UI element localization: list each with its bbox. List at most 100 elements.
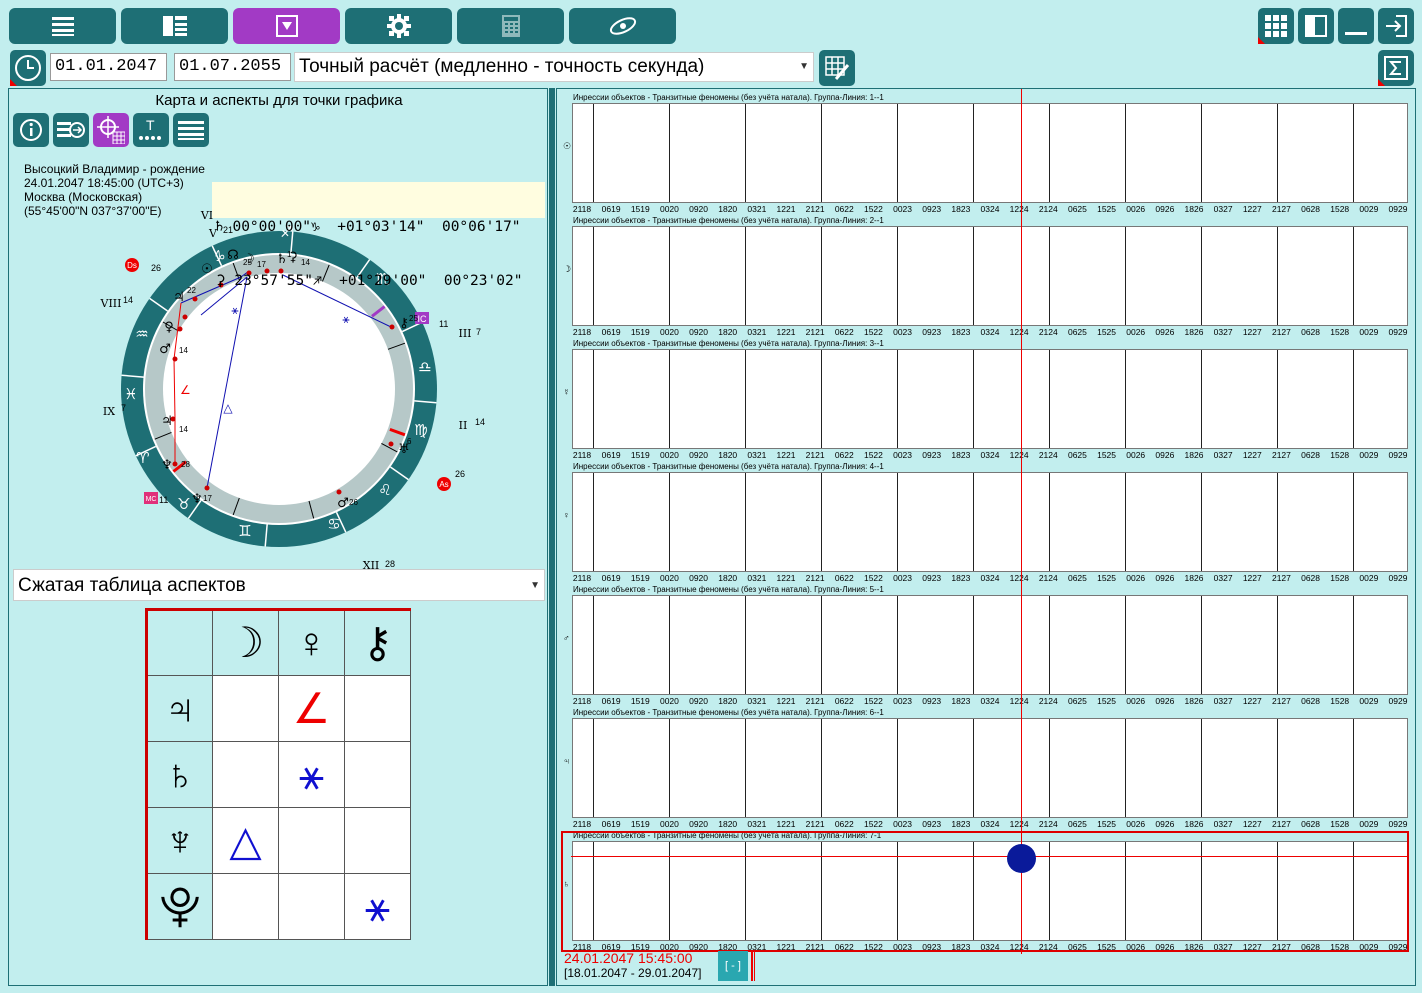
house-degree-12: 28: [385, 559, 395, 569]
filter-button[interactable]: [233, 8, 340, 44]
strip-planet-symbol: ♂: [563, 633, 570, 643]
settings-button[interactable]: [345, 8, 452, 44]
strip-plot-area[interactable]: [572, 472, 1408, 572]
strip-tick-label: 1224: [1009, 204, 1029, 214]
strip-tick-label: 0628: [1301, 327, 1321, 337]
event-marker[interactable]: [1007, 844, 1036, 873]
ingress-strip[interactable]: Инрессии объектов - Транзитные феномены …: [563, 216, 1409, 337]
grid-view-button[interactable]: [1258, 8, 1294, 44]
strip-tick-label: 0324: [980, 450, 1000, 460]
strip-grid-line: [973, 350, 974, 448]
list-button[interactable]: [173, 113, 209, 147]
svg-text:♉: ♉: [177, 495, 190, 513]
strip-grid-line: [745, 227, 746, 325]
ds-degree: 26: [151, 263, 161, 273]
strip-tick-label: 1823: [951, 573, 971, 583]
strip-tick-row: 2118 0619 1519 0020 0920 1820 0321 1221 2121 0622…: [572, 204, 1408, 214]
strip-tick-label: 2118: [572, 696, 592, 706]
collapse-button[interactable]: [ - ]: [718, 951, 748, 981]
aspect-cell[interactable]: ⚹: [278, 741, 345, 808]
aspect-cell[interactable]: [344, 741, 411, 808]
aspect-cell[interactable]: △: [212, 807, 279, 874]
strip-tick-label: 1826: [1184, 204, 1204, 214]
strip-tick-label: 0923: [922, 204, 942, 214]
aspect-table-select-value: Сжатая таблица аспектов: [18, 575, 246, 596]
strip-grid-line: [973, 473, 974, 571]
strip-tick-label: 2124: [1038, 573, 1058, 583]
strip-tick-label: 1221: [776, 204, 796, 214]
strip-tick-label: 0321: [747, 819, 767, 829]
strip-caption: Инрессии объектов - Транзитные феномены …: [573, 831, 882, 840]
apply-button[interactable]: [819, 50, 855, 86]
logo-button[interactable]: [569, 8, 676, 44]
strip-caption: Инрессии объектов - Транзитные феномены …: [573, 339, 884, 348]
strip-plot-area[interactable]: [572, 226, 1408, 326]
strip-tick-label: 0622: [834, 573, 854, 583]
strip-plot-area[interactable]: [572, 718, 1408, 818]
time-cursor-line[interactable]: [1021, 89, 1022, 954]
start-date-field[interactable]: 01.01.2047: [50, 53, 167, 81]
ingress-strip[interactable]: Инрессии объектов - Транзитные феномены …: [563, 708, 1409, 829]
strip-grid-line: [669, 473, 670, 571]
minimize-button[interactable]: [1338, 8, 1374, 44]
strip-plot-area[interactable]: [572, 595, 1408, 695]
chevron-down-icon: ▼: [530, 580, 540, 591]
strip-grid-line: [745, 596, 746, 694]
aspect-cell[interactable]: ⚹: [344, 873, 411, 940]
strip-tick-label: 1823: [951, 327, 971, 337]
layout-button[interactable]: [121, 8, 228, 44]
aspect-cell[interactable]: [212, 741, 279, 808]
strip-tick-label: 1227: [1242, 573, 1262, 583]
aspect-cell[interactable]: [344, 675, 411, 742]
strip-grid-line: [745, 719, 746, 817]
calc-mode-select[interactable]: Точный расчёт (медленно - точность секун…: [294, 52, 814, 82]
ingress-strip[interactable]: Инрессии объектов - Транзитные феномены …: [563, 462, 1409, 583]
menu-button[interactable]: [9, 8, 116, 44]
strip-plot-area[interactable]: [572, 349, 1408, 449]
svg-text:☉: ☉: [201, 262, 213, 277]
strip-tick-label: 0029: [1359, 696, 1379, 706]
strip-grid-line: [669, 719, 670, 817]
transfer-button[interactable]: [53, 113, 89, 147]
aspect-table-select[interactable]: Сжатая таблица аспектов ▼: [13, 569, 545, 601]
strip-tick-label: 0321: [747, 327, 767, 337]
house-label-3: III: [458, 327, 471, 340]
strip-tick-label: 1826: [1184, 942, 1204, 952]
strip-tick-label: 0324: [980, 327, 1000, 337]
chevron-down-icon: ▼: [799, 61, 809, 72]
aspect-cell[interactable]: [212, 873, 279, 940]
aspect-cell[interactable]: [212, 675, 279, 742]
aspect-cell[interactable]: ∠: [278, 675, 345, 742]
ingress-strip[interactable]: Инрессии объектов - Транзитные феномены …: [563, 339, 1409, 460]
sum-button[interactable]: [1378, 50, 1414, 86]
calculator-button[interactable]: [457, 8, 564, 44]
ingress-strip[interactable]: Инрессии объектов - Транзитные феномены …: [563, 93, 1409, 214]
aspect-cell[interactable]: [278, 807, 345, 874]
panel-splitter[interactable]: [549, 88, 555, 986]
as-degree: 26: [455, 469, 465, 479]
strip-grid-line: [897, 473, 898, 571]
aspect-cell[interactable]: [278, 873, 345, 940]
ingress-strip[interactable]: Инрессии объектов - Транзитные феномены …: [563, 831, 1409, 952]
strip-tick-label: 0920: [689, 819, 709, 829]
strip-grid-line: [821, 104, 822, 202]
ingress-strip[interactable]: Инрессии объектов - Транзитные феномены …: [563, 585, 1409, 706]
strip-grid-line: [973, 104, 974, 202]
strip-plot-area[interactable]: [572, 103, 1408, 203]
target-grid-button[interactable]: [93, 113, 129, 147]
strip-grid-line: [821, 473, 822, 571]
strip-tick-row: 2118 0619 1519 0020 0920 1820 0321 1221 2121 0622…: [572, 819, 1408, 829]
strip-planet-symbol: ♃: [563, 756, 570, 766]
end-date-field[interactable]: 01.07.2055: [174, 53, 291, 81]
panel-toggle-button[interactable]: [1298, 8, 1334, 44]
svg-text:♍: ♍: [414, 421, 427, 439]
aspect-cell[interactable]: [344, 807, 411, 874]
info-button[interactable]: [13, 113, 49, 147]
strip-planet-symbol: ♀: [563, 510, 570, 520]
text-dots-button[interactable]: T: [133, 113, 169, 147]
svg-text:♃: ♃: [173, 290, 185, 305]
clock-button[interactable]: [10, 50, 46, 86]
strip-grid-line: [669, 350, 670, 448]
exit-button[interactable]: [1378, 8, 1414, 44]
strip-grid-line: [593, 473, 594, 571]
